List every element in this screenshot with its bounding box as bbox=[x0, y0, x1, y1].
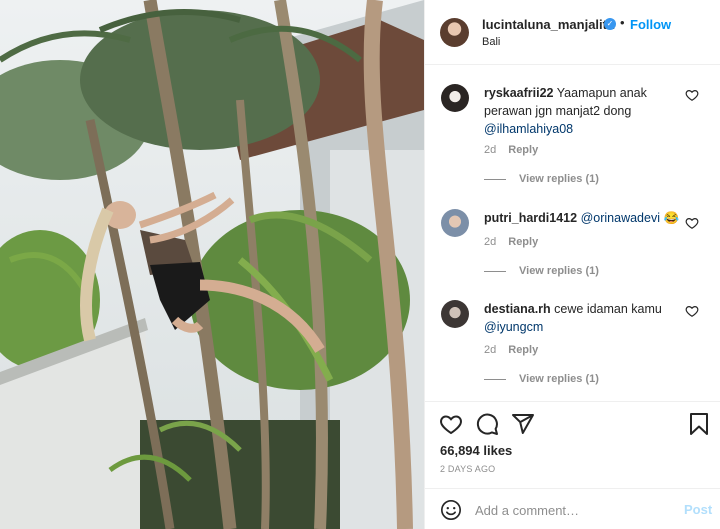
comment-meta: 2d Reply bbox=[484, 144, 538, 156]
commenter-avatar[interactable] bbox=[441, 84, 469, 112]
reply-button[interactable]: Reply bbox=[508, 236, 538, 248]
verified-badge-icon: ✓ bbox=[604, 18, 616, 30]
likes-count[interactable]: 66,894 likes bbox=[440, 443, 512, 458]
post-photo[interactable] bbox=[0, 0, 424, 529]
view-replies-button[interactable]: View replies (1) bbox=[484, 373, 599, 385]
replies-divider bbox=[484, 270, 506, 272]
comment-body: cewe idaman kamu bbox=[554, 302, 662, 316]
view-replies-label: View replies (1) bbox=[519, 265, 599, 277]
like-comment-heart-icon[interactable] bbox=[685, 304, 699, 318]
share-paper-plane-icon[interactable] bbox=[511, 412, 535, 436]
follow-button[interactable]: Follow bbox=[630, 17, 671, 32]
post-comment-button[interactable]: Post bbox=[684, 502, 712, 517]
add-comment-input[interactable] bbox=[475, 501, 665, 519]
save-bookmark-icon[interactable] bbox=[687, 412, 711, 436]
comment-meta: 2d Reply bbox=[484, 344, 538, 356]
view-replies-button[interactable]: View replies (1) bbox=[484, 173, 599, 185]
comment-text: putri_hardi1412 @orinawadevi 😂 bbox=[484, 209, 684, 227]
comment-meta: 2d Reply bbox=[484, 236, 538, 248]
add-comment-bar: Post bbox=[425, 488, 720, 529]
commenter-avatar[interactable] bbox=[441, 300, 469, 328]
like-comment-heart-icon[interactable] bbox=[685, 216, 699, 230]
view-replies-button[interactable]: View replies (1) bbox=[484, 265, 599, 277]
reply-button[interactable]: Reply bbox=[508, 344, 538, 356]
comment-mention[interactable]: @orinawadevi bbox=[581, 211, 660, 225]
comment-mention[interactable]: @iyungcm bbox=[484, 320, 543, 334]
view-replies-label: View replies (1) bbox=[519, 373, 599, 385]
commenter-username[interactable]: ryskaafrii22 bbox=[484, 86, 554, 100]
author-username[interactable]: lucintaluna_manjalita bbox=[482, 17, 614, 32]
post-header: lucintaluna_manjalita ✓ • Follow Bali bbox=[425, 0, 720, 65]
reply-button[interactable]: Reply bbox=[508, 144, 538, 156]
commenter-username[interactable]: putri_hardi1412 bbox=[484, 211, 577, 225]
comment-mention[interactable]: @ilhamlahiya08 bbox=[484, 122, 573, 136]
author-avatar[interactable] bbox=[440, 18, 469, 47]
commenter-avatar[interactable] bbox=[441, 209, 469, 237]
post-actions: 66,894 likes 2 DAYS AGO Post bbox=[425, 401, 720, 529]
post-time-ago[interactable]: 2 DAYS AGO bbox=[440, 464, 495, 474]
emoji-smiley-icon[interactable] bbox=[440, 499, 462, 521]
comment-emoji: 😂 bbox=[663, 211, 680, 225]
comment-age: 2d bbox=[484, 344, 497, 356]
view-replies-label: View replies (1) bbox=[519, 173, 599, 185]
comment-age: 2d bbox=[484, 144, 497, 156]
commenter-username[interactable]: destiana.rh bbox=[484, 302, 551, 316]
replies-divider bbox=[484, 378, 506, 380]
comment-age: 2d bbox=[484, 236, 497, 248]
like-heart-icon[interactable] bbox=[439, 412, 463, 436]
comment-text: ryskaafrii22 Yaamapun anak perawan jgn m… bbox=[484, 84, 684, 138]
post-sidebar: lucintaluna_manjalita ✓ • Follow Bali ry… bbox=[424, 0, 720, 529]
comments-list[interactable]: ryskaafrii22 Yaamapun anak perawan jgn m… bbox=[425, 66, 720, 401]
post-location[interactable]: Bali bbox=[482, 36, 500, 48]
separator-dot: • bbox=[620, 15, 625, 30]
replies-divider bbox=[484, 178, 506, 180]
comment-text: destiana.rh cewe idaman kamu @iyungcm bbox=[484, 300, 684, 336]
comment-bubble-icon[interactable] bbox=[475, 412, 499, 436]
like-comment-heart-icon[interactable] bbox=[685, 88, 699, 102]
